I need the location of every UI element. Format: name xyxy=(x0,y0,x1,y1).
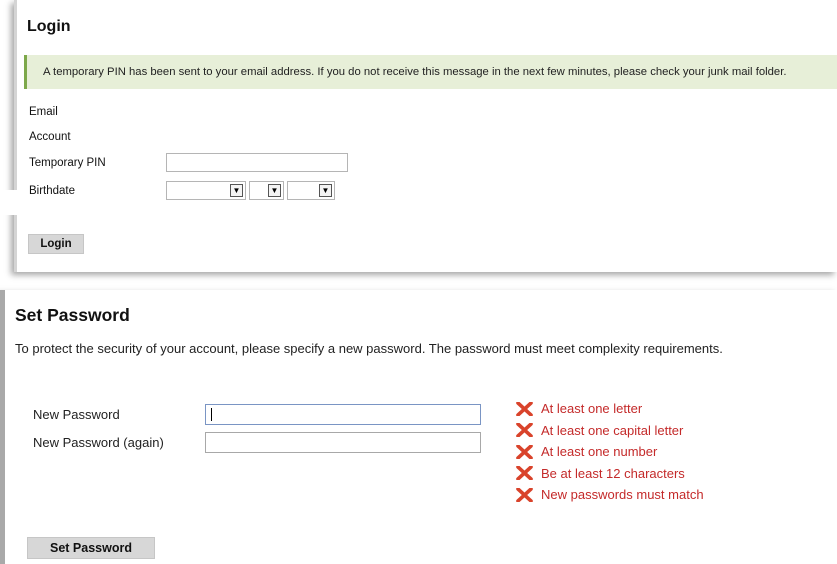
birthdate-day-select[interactable]: ▼ xyxy=(249,181,284,200)
birthdate-year-select[interactable]: ▼ xyxy=(287,181,335,200)
login-title: Login xyxy=(27,18,71,35)
password-requirements-list: At least one letter At least one capital… xyxy=(516,398,704,506)
requirement-label: At least one number xyxy=(541,444,658,460)
chevron-down-icon: ▼ xyxy=(268,184,281,197)
set-password-button[interactable]: Set Password xyxy=(27,537,155,559)
requirement-label: At least one capital letter xyxy=(541,422,684,438)
requirement-item: At least one number xyxy=(516,441,704,463)
new-password-label: New Password xyxy=(33,407,120,422)
requirement-label: Be at least 12 characters xyxy=(541,465,685,481)
chevron-down-icon: ▼ xyxy=(230,184,243,197)
x-mark-icon xyxy=(516,444,533,459)
requirement-item: New passwords must match xyxy=(516,484,704,506)
account-label: Account xyxy=(29,131,71,143)
temporary-pin-label: Temporary PIN xyxy=(29,157,106,169)
requirement-item: Be at least 12 characters xyxy=(516,463,704,485)
new-password-input[interactable] xyxy=(205,404,481,425)
set-password-panel: Set Password To protect the security of … xyxy=(0,290,837,564)
new-password-again-input[interactable] xyxy=(205,432,481,453)
chevron-down-icon: ▼ xyxy=(319,184,332,197)
x-mark-icon xyxy=(516,487,533,502)
email-label: Email xyxy=(29,106,58,118)
temporary-pin-input[interactable] xyxy=(166,153,348,172)
temporary-pin-alert: A temporary PIN has been sent to your em… xyxy=(24,55,837,89)
login-panel: Login A temporary PIN has been sent to y… xyxy=(14,0,837,272)
login-button[interactable]: Login xyxy=(28,234,84,254)
background-gap xyxy=(0,190,17,215)
requirement-item: At least one capital letter xyxy=(516,420,704,442)
birthdate-month-select[interactable]: ▼ xyxy=(166,181,246,200)
x-mark-icon xyxy=(516,423,533,438)
x-mark-icon xyxy=(516,466,533,481)
requirement-label: New passwords must match xyxy=(541,487,704,503)
set-password-description: To protect the security of your account,… xyxy=(15,341,723,356)
requirement-label: At least one letter xyxy=(541,401,643,417)
new-password-again-label: New Password (again) xyxy=(33,435,164,450)
requirement-item: At least one letter xyxy=(516,398,704,420)
x-mark-icon xyxy=(516,401,533,416)
set-password-title: Set Password xyxy=(15,305,130,325)
text-caret xyxy=(211,408,212,421)
birthdate-label: Birthdate xyxy=(29,185,76,197)
